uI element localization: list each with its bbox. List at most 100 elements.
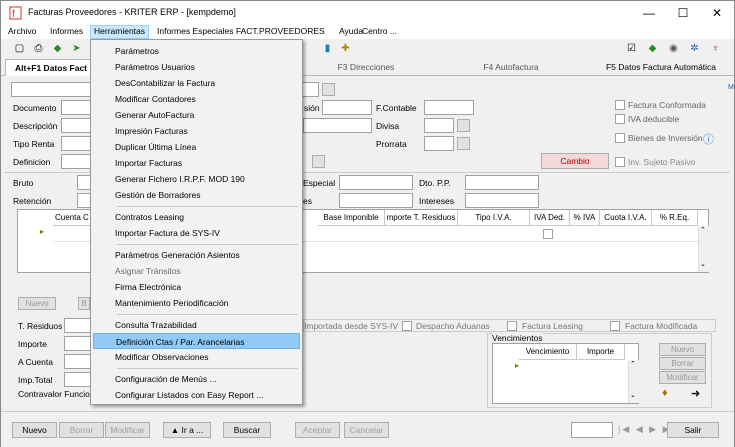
new-button[interactable]: Nuevo [12, 422, 57, 438]
dto-pp-field[interactable] [465, 175, 539, 190]
menu-item-parametros-asientos[interactable]: Parámetros Generación Asientos [93, 247, 300, 263]
col-vencimiento[interactable]: Vencimiento [519, 344, 577, 360]
tab-direcciones[interactable]: F3 Direcciones [301, 59, 431, 76]
modificada-checkbox[interactable] [610, 321, 620, 331]
tab-datos-factura-automatica[interactable]: F5 Datos Factura Automática [591, 59, 731, 76]
cancel-button[interactable]: Cancelar [344, 422, 389, 438]
info-icon[interactable]: ⓘ [703, 131, 714, 147]
menu-item-descontabilizar[interactable]: DesContabilizar la Factura [93, 75, 300, 91]
descripcion-field[interactable] [61, 118, 91, 133]
new-doc-icon[interactable]: ▢ [13, 42, 26, 55]
iva-deducible-checkbox[interactable] [615, 114, 625, 124]
a-cuenta-field[interactable] [64, 354, 91, 369]
definicion-field[interactable] [61, 154, 91, 169]
menu-item-gestion-borradores[interactable]: Gestión de Borradores [93, 187, 300, 203]
gear-icon[interactable]: ✲ [688, 42, 701, 55]
menu-item-firma-electronica[interactable]: Firma Electrónica [93, 279, 300, 295]
tab-datos-factura[interactable]: Alt+F1 Datos Fact [5, 59, 97, 76]
col-importe-residuos[interactable]: mporte T. Residuos [385, 210, 458, 226]
intereses-field[interactable] [465, 193, 539, 208]
maximize-button[interactable]: ☐ [666, 1, 700, 25]
prorrata-lookup-button[interactable] [457, 137, 470, 150]
tab-autofactura[interactable]: F4 Autofactura [446, 59, 576, 76]
tipo-renta-field[interactable] [61, 136, 91, 151]
col-venc-importe[interactable]: Importe [577, 344, 625, 360]
fecha-field[interactable] [322, 100, 372, 115]
menu-item-mantenimiento-periodificacion[interactable]: Mantenimiento Periodificación [93, 295, 300, 311]
supplier-lookup-button[interactable] [322, 83, 335, 96]
col-pct-req[interactable]: % R.Eq. [652, 210, 698, 226]
iva-ded-checkbox[interactable] [543, 229, 553, 239]
menu-item-impresion-facturas[interactable]: Impresión Facturas [93, 123, 300, 139]
menu-item-generar-autofactura[interactable]: Generar AutoFactura [93, 107, 300, 123]
imp-total-field[interactable] [64, 372, 91, 387]
vencimientos-grid[interactable]: Vencimiento Importe ▸ ⌃ ⌄ [492, 343, 639, 404]
cambio-button[interactable]: Cambio [541, 153, 609, 169]
col-tipo-iva[interactable]: Tipo I.V.A. [458, 210, 530, 226]
grid-scrollbar[interactable]: ⌃ ⌄ [698, 226, 709, 272]
exit-button[interactable]: Salir [667, 422, 719, 438]
menu-informes-especiales[interactable]: Informes Especiales FACT.PROVEEDORES [154, 26, 328, 36]
t-residuos-field[interactable] [64, 318, 91, 333]
menu-item-generar-fichero-irpf[interactable]: Generar Fichero I.R.P.F. MOD 190 [93, 171, 300, 187]
bruto-field[interactable] [77, 175, 91, 190]
menu-centro[interactable]: Centro ... [359, 26, 400, 36]
leasing-checkbox[interactable] [507, 321, 517, 331]
prorrata-field[interactable] [424, 136, 454, 151]
venc-modify-button[interactable]: Modificar [659, 371, 706, 384]
menu-item-contratos-leasing[interactable]: Contratos Leasing [93, 209, 300, 225]
menu-item-definicion-ctas[interactable]: Definición Ctas / Par. Arancelarias [93, 333, 300, 349]
divisa-lookup-button[interactable] [457, 119, 470, 132]
print-icon[interactable]: ⎙ [32, 42, 45, 55]
menu-item-asignar-transitos[interactable]: Asignar Tránsitos [93, 263, 300, 279]
col-pct-iva[interactable]: % IVA [570, 210, 600, 226]
col-cuenta[interactable]: Cuenta C [53, 210, 93, 226]
money-bag-icon[interactable]: ♦ [662, 387, 668, 399]
scroll-up-icon[interactable]: ⌃ [700, 226, 706, 234]
accept-button[interactable]: Aceptar [295, 422, 340, 438]
menu-item-modificar-contadores[interactable]: Modificar Contadores [93, 91, 300, 107]
arrow-right-icon[interactable]: ➜ [691, 387, 700, 400]
goto-button[interactable]: ▲ Ir a ... [163, 422, 211, 438]
bienes-inversion-checkbox[interactable] [615, 133, 625, 143]
scroll-down-icon[interactable]: ⌄ [700, 260, 706, 268]
despacho-checkbox[interactable] [402, 321, 412, 331]
menu-item-modificar-observaciones[interactable]: Modificar Observaciones [93, 349, 300, 365]
col-cuota-iva[interactable]: Cuota I.V.A. [600, 210, 652, 226]
search-button[interactable]: Buscar [223, 422, 271, 438]
especial-field[interactable] [339, 175, 413, 190]
venc-new-button[interactable]: Nuevo [659, 343, 706, 356]
menu-archivo[interactable]: Archivo [5, 26, 39, 36]
menu-item-configurar-listados[interactable]: Configurar Listados con Easy Report ... [93, 387, 300, 403]
retencion-field[interactable] [77, 193, 91, 208]
venc-scrollbar[interactable]: ⌃ ⌄ [628, 360, 639, 403]
venc-scroll-down-icon[interactable]: ⌄ [630, 391, 636, 399]
close-button[interactable]: ✕ [700, 1, 734, 25]
checkbox-icon[interactable]: ☑ [625, 42, 638, 55]
tool-icon[interactable]: ✚ [339, 42, 352, 55]
menu-item-consulta-trazabilidad[interactable]: Consulta Trazabilidad [93, 317, 300, 333]
menu-herramientas[interactable]: Herramientas [90, 25, 150, 39]
col-base-imponible[interactable]: Base Imponible [318, 210, 385, 226]
divisa-field[interactable] [424, 118, 454, 133]
es-field[interactable] [339, 193, 413, 208]
book-icon[interactable]: ▮ [321, 42, 334, 55]
menu-item-duplicar-linea[interactable]: Duplicar Última Línea [93, 139, 300, 155]
grid-delete-button[interactable]: B [78, 297, 90, 310]
factura-conformada-checkbox[interactable] [615, 100, 625, 110]
delete-button[interactable]: Borrar [59, 422, 104, 438]
venc-scroll-up-icon[interactable]: ⌃ [630, 360, 636, 368]
documento-field[interactable] [61, 100, 91, 115]
record-field[interactable] [571, 422, 613, 438]
minimize-button[interactable]: — [632, 1, 666, 25]
inv-sujeto-pasivo-checkbox[interactable] [615, 157, 625, 167]
menu-informes[interactable]: Informes [47, 26, 86, 36]
venc-delete-button[interactable]: Borrar [659, 357, 706, 370]
definicion-lookup-button[interactable] [312, 155, 325, 168]
fcontable-field[interactable] [424, 100, 474, 115]
menu-item-configuracion-menus[interactable]: Configuración de Menús ... [93, 371, 300, 387]
importe-field[interactable] [64, 336, 91, 351]
menu-item-parametros-usuarios[interactable]: Parámetros Usuarios [93, 59, 300, 75]
menu-item-parametros[interactable]: Parámetros [93, 43, 300, 59]
pin-icon[interactable]: ♆ [709, 42, 722, 55]
